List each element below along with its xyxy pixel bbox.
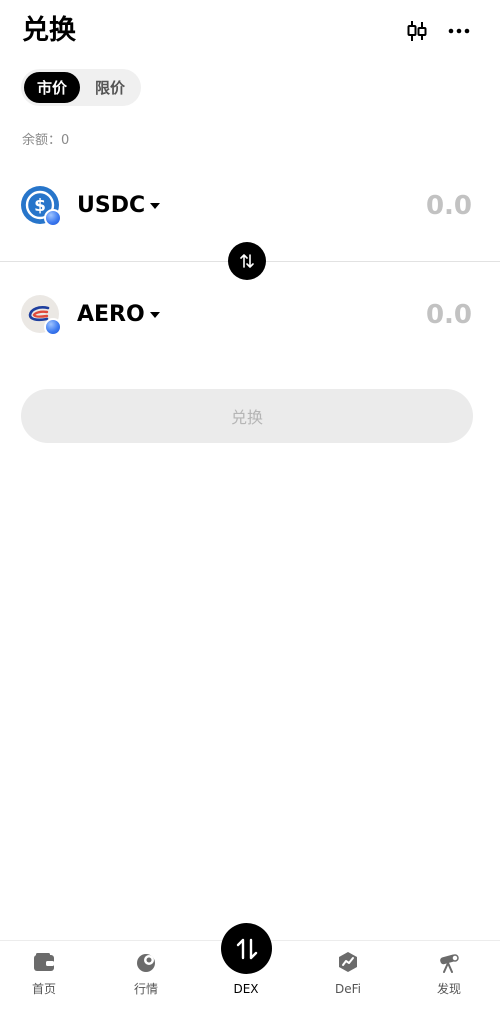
to-token-symbol[interactable]: AERO bbox=[77, 299, 145, 331]
nav-item-discover[interactable]: 发现 bbox=[399, 941, 499, 1009]
chain-badge-icon bbox=[44, 318, 62, 336]
telescope-icon bbox=[438, 951, 460, 973]
swap-arrows-icon bbox=[236, 938, 257, 959]
nav-item-market[interactable]: 行情 bbox=[96, 941, 196, 1009]
swap-direction-icon bbox=[240, 254, 254, 268]
defi-icon bbox=[337, 951, 359, 973]
caret-down-icon[interactable] bbox=[150, 312, 160, 318]
more-horizontal-icon bbox=[448, 28, 470, 34]
tab-limit[interactable]: 限价 bbox=[82, 72, 138, 103]
wallet-icon bbox=[33, 951, 55, 973]
order-type-tabs: 市价 限价 bbox=[21, 69, 141, 106]
nav-label: DeFi bbox=[335, 982, 361, 996]
candlestick-chart-button[interactable] bbox=[404, 18, 430, 44]
nav-item-defi[interactable]: DeFi bbox=[298, 941, 398, 1009]
tab-market[interactable]: 市价 bbox=[24, 72, 80, 103]
page-title: 兑换 bbox=[22, 15, 76, 46]
nav-item-home[interactable]: 首页 bbox=[0, 941, 94, 1009]
from-token-row: $ USDC bbox=[0, 176, 500, 236]
swap-submit-button[interactable]: 兑换 bbox=[21, 389, 473, 443]
candlestick-chart-icon bbox=[407, 21, 427, 41]
from-token-symbol[interactable]: USDC bbox=[77, 190, 145, 222]
chain-badge-icon bbox=[44, 209, 62, 227]
balance-text: 余额：0 bbox=[22, 133, 70, 148]
nav-label: DEX bbox=[233, 982, 259, 996]
to-amount-input[interactable] bbox=[332, 297, 472, 333]
caret-down-icon[interactable] bbox=[150, 203, 160, 209]
dex-nav-button[interactable] bbox=[221, 923, 272, 974]
switch-tokens-button[interactable] bbox=[228, 242, 266, 280]
market-icon bbox=[135, 951, 157, 973]
from-amount-input[interactable] bbox=[332, 188, 472, 224]
more-options-button[interactable] bbox=[446, 18, 472, 44]
nav-label: 发现 bbox=[436, 982, 461, 996]
to-token-row: AERO bbox=[0, 285, 500, 345]
nav-label: 首页 bbox=[31, 982, 56, 996]
nav-label: 行情 bbox=[133, 982, 158, 996]
